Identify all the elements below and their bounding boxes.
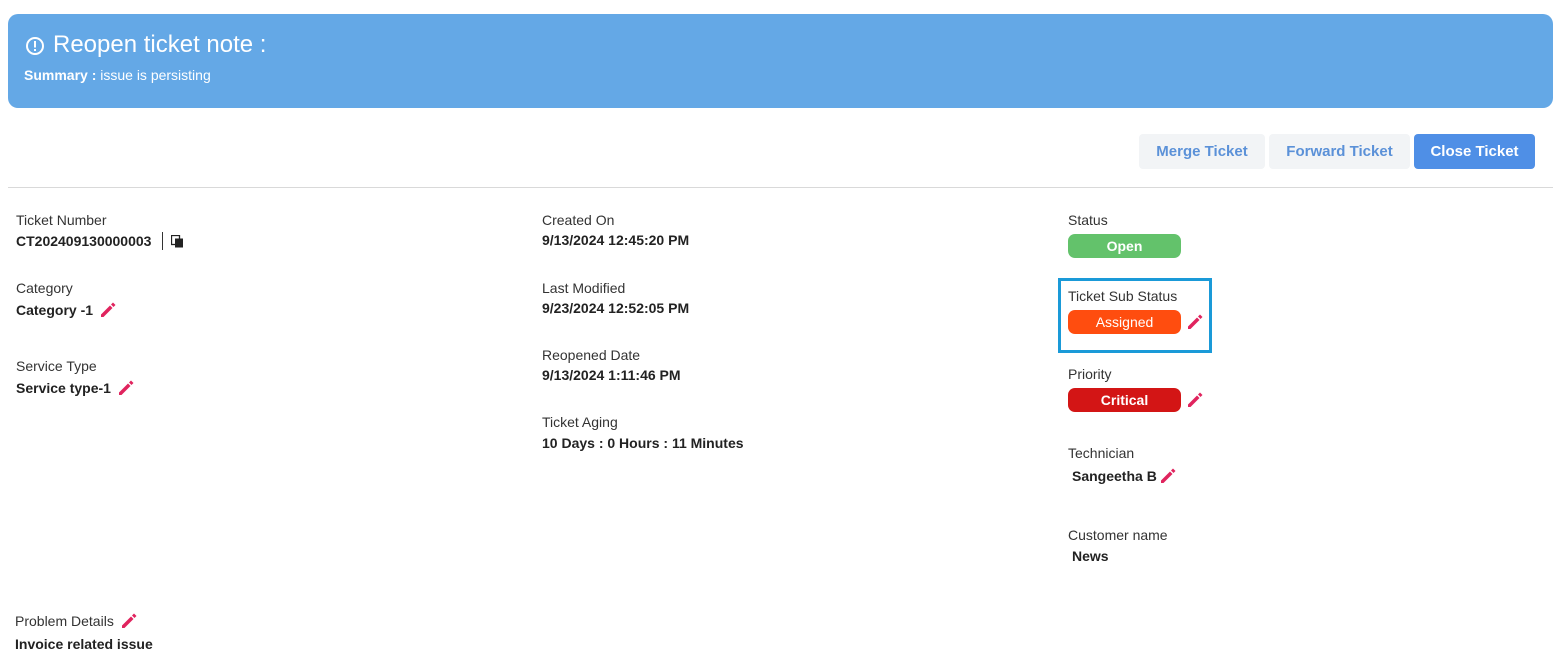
status-badge: Open bbox=[1068, 234, 1181, 258]
edit-service-type-icon[interactable] bbox=[117, 379, 135, 397]
service-type-field: Service Type Service type-1 bbox=[16, 358, 135, 397]
edit-priority-icon[interactable] bbox=[1186, 391, 1204, 409]
priority-badge: Critical bbox=[1068, 388, 1181, 412]
banner-title: Reopen ticket note : bbox=[25, 31, 266, 59]
created-on-label: Created On bbox=[542, 212, 615, 228]
ticket-number-field: Ticket Number CT202409130000003 bbox=[16, 212, 184, 250]
forward-ticket-button[interactable]: Forward Ticket bbox=[1269, 134, 1410, 169]
last-modified-value: 9/23/2024 12:52:05 PM bbox=[542, 300, 690, 316]
sub-status-label: Ticket Sub Status bbox=[1068, 288, 1178, 304]
info-circle-icon bbox=[25, 35, 45, 55]
ticket-aging-value: 10 Days : 0 Hours : 11 Minutes bbox=[542, 435, 744, 451]
status-field: Status Open bbox=[1068, 212, 1181, 258]
reopened-date-label: Reopened Date bbox=[542, 347, 641, 363]
customer-value: News bbox=[1072, 548, 1109, 564]
edit-category-icon[interactable] bbox=[99, 301, 117, 319]
category-row: Category -1 bbox=[16, 301, 117, 319]
ticket-aging-label: Ticket Aging bbox=[542, 414, 618, 430]
merge-ticket-button[interactable]: Merge Ticket bbox=[1139, 134, 1265, 169]
ticket-number-row: CT202409130000003 bbox=[16, 232, 184, 250]
created-on-value: 9/13/2024 12:45:20 PM bbox=[542, 232, 690, 248]
banner-title-text: Reopen ticket note : bbox=[53, 31, 267, 58]
priority-label: Priority bbox=[1068, 366, 1112, 382]
problem-details-label: Problem Details bbox=[15, 613, 114, 629]
category-value: Category -1 bbox=[16, 302, 94, 318]
copy-icon[interactable] bbox=[171, 234, 184, 248]
service-type-value: Service type-1 bbox=[16, 380, 111, 396]
status-label: Status bbox=[1068, 212, 1108, 228]
ticket-number-value: CT202409130000003 bbox=[16, 233, 152, 249]
ticket-number-label: Ticket Number bbox=[16, 212, 107, 228]
priority-field: Priority Critical bbox=[1068, 366, 1204, 412]
summary-text: issue is persisting bbox=[100, 67, 211, 83]
banner-summary: Summary : issue is persisting bbox=[24, 67, 211, 83]
last-modified-field: Last Modified 9/23/2024 12:52:05 PM bbox=[542, 280, 689, 316]
customer-label: Customer name bbox=[1068, 527, 1168, 543]
technician-label: Technician bbox=[1068, 445, 1135, 461]
divider bbox=[8, 187, 1553, 188]
problem-details-label-row: Problem Details bbox=[15, 612, 153, 630]
summary-label: Summary : bbox=[24, 67, 97, 83]
edit-sub-status-icon[interactable] bbox=[1186, 313, 1204, 331]
service-type-row: Service type-1 bbox=[16, 379, 135, 397]
close-ticket-button[interactable]: Close Ticket bbox=[1414, 134, 1535, 169]
reopen-note-banner: Reopen ticket note : Summary : issue is … bbox=[8, 14, 1553, 108]
technician-value: Sangeetha B bbox=[1072, 468, 1157, 484]
service-type-label: Service Type bbox=[16, 358, 97, 374]
last-modified-label: Last Modified bbox=[542, 280, 626, 296]
technician-row: Sangeetha B bbox=[1068, 467, 1177, 485]
ticket-aging-field: Ticket Aging 10 Days : 0 Hours : 11 Minu… bbox=[542, 414, 744, 451]
problem-details-value: Invoice related issue bbox=[15, 636, 153, 652]
copy-separator bbox=[162, 232, 164, 250]
sub-status-badge: Assigned bbox=[1068, 310, 1181, 334]
sub-status-field: Ticket Sub Status Assigned bbox=[1068, 288, 1204, 334]
category-field: Category Category -1 bbox=[16, 280, 117, 319]
customer-field: Customer name News bbox=[1068, 527, 1168, 564]
sub-status-row: Assigned bbox=[1068, 310, 1204, 334]
category-label: Category bbox=[16, 280, 73, 296]
priority-row: Critical bbox=[1068, 388, 1204, 412]
technician-field: Technician Sangeetha B bbox=[1068, 445, 1177, 485]
problem-details-field: Problem Details Invoice related issue bbox=[15, 612, 153, 652]
reopened-date-field: Reopened Date 9/13/2024 1:11:46 PM bbox=[542, 347, 681, 383]
created-on-field: Created On 9/13/2024 12:45:20 PM bbox=[542, 212, 689, 248]
edit-problem-details-icon[interactable] bbox=[120, 612, 138, 630]
edit-technician-icon[interactable] bbox=[1159, 467, 1177, 485]
reopened-date-value: 9/13/2024 1:11:46 PM bbox=[542, 367, 681, 383]
